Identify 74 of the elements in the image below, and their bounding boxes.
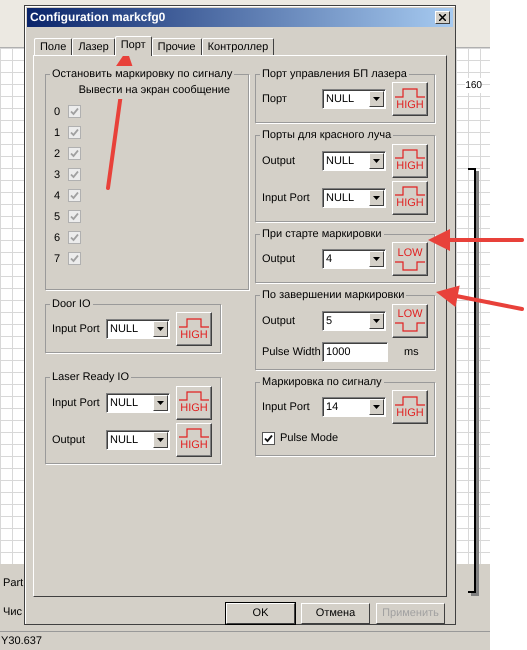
high-pulse-icon <box>395 149 425 160</box>
dropdown[interactable]: 4 <box>322 249 386 270</box>
high-pulse-icon <box>179 318 209 328</box>
checkbox-label: Pulse Mode <box>280 431 338 446</box>
checkmark-icon <box>70 149 79 158</box>
checkmark-icon <box>70 212 79 222</box>
dropdown-value: NULL <box>325 154 356 169</box>
dropdown-value: NULL <box>325 92 356 108</box>
message-label: Вывести на экран сообщение <box>78 82 230 99</box>
dropdown-value: NULL <box>109 396 140 411</box>
signal-number: 1 <box>54 126 62 141</box>
low-pulse-icon <box>395 260 425 271</box>
ruler-label: 160 <box>465 78 482 93</box>
unit-label: ms <box>404 344 419 360</box>
dropdown-value: 14 <box>325 400 340 416</box>
signal-number: 5 <box>54 210 62 225</box>
dropdown-value: 5 <box>325 314 334 329</box>
field-label: Output <box>52 432 86 448</box>
high-pulse-icon <box>395 396 425 406</box>
dropdown[interactable]: NULL <box>322 150 386 171</box>
field-label: Input Port <box>52 396 101 411</box>
tab[interactable]: Порт <box>114 36 152 56</box>
dropdown-value: 4 <box>325 252 334 268</box>
high-pulse-icon <box>179 428 209 438</box>
dropdown[interactable]: 5 <box>322 310 386 331</box>
signal-number: 0 <box>54 104 62 120</box>
field-label: Output <box>262 314 296 329</box>
panel-label: Чис <box>3 604 22 620</box>
signal-number: 2 <box>54 146 62 162</box>
window-title: Configuration markcfg0 <box>30 9 166 26</box>
tab[interactable]: Контроллер <box>202 38 274 55</box>
checkmark-icon <box>70 233 79 242</box>
high-pulse-icon <box>395 186 425 196</box>
panel-label: Part <box>3 576 24 591</box>
dropdown[interactable]: NULL <box>106 430 170 450</box>
field-label: Input Port <box>262 400 311 416</box>
checkmark-icon <box>70 191 79 200</box>
status-text: Y30.637 <box>0 634 42 649</box>
dropdown[interactable]: NULL <box>106 392 170 413</box>
field-label: Pulse Width <box>262 344 322 360</box>
close-button[interactable] <box>435 10 450 24</box>
signal-number: 7 <box>54 252 62 267</box>
checkmark-icon <box>70 170 79 180</box>
pulse-width-field[interactable]: 1000 <box>322 342 388 362</box>
field-label: Input Port <box>52 322 101 338</box>
signal-number: 3 <box>54 168 62 183</box>
signal-number: 6 <box>54 230 62 246</box>
dropdown-value: NULL <box>325 190 356 206</box>
checkmark-icon <box>70 107 79 116</box>
dropdown-value: NULL <box>109 432 140 448</box>
dropdown[interactable]: 14 <box>322 397 386 418</box>
checkmark-icon <box>70 254 79 264</box>
dropdown[interactable]: NULL <box>322 89 386 110</box>
checkmark-icon <box>70 128 79 138</box>
signal-number: 4 <box>54 188 62 204</box>
tab[interactable]: Лазер <box>72 38 115 55</box>
dialog-button[interactable]: OK <box>226 603 295 624</box>
dropdown-value: NULL <box>109 322 140 338</box>
close-icon <box>439 14 446 21</box>
checkmark-icon <box>264 434 273 443</box>
field-label: Output <box>262 252 296 268</box>
tab[interactable]: Поле <box>34 38 72 55</box>
field-label: Порт <box>262 92 288 108</box>
checkbox[interactable] <box>262 432 275 445</box>
high-pulse-icon <box>179 391 209 402</box>
high-pulse-icon <box>395 88 425 98</box>
low-pulse-icon <box>395 322 425 332</box>
dropdown[interactable]: NULL <box>106 319 170 340</box>
tab[interactable]: Прочие <box>152 38 202 55</box>
dropdown[interactable]: NULL <box>322 188 386 208</box>
field-label: Input Port <box>262 190 311 206</box>
group-title: Остановить маркировку по сигналу <box>50 66 234 82</box>
dialog-button[interactable]: Отмена <box>301 603 370 624</box>
field-label: Output <box>262 154 296 169</box>
